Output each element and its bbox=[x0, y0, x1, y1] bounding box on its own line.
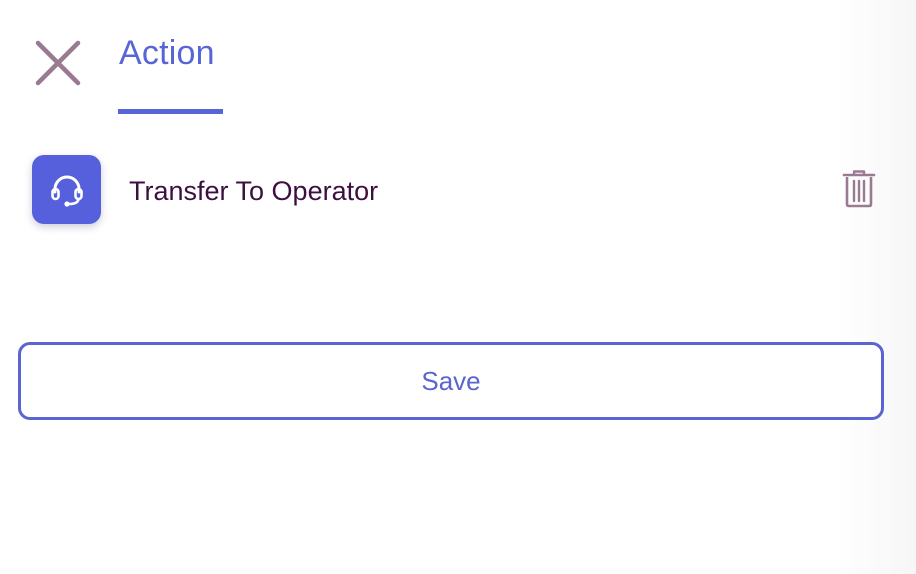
action-label: Transfer To Operator bbox=[129, 176, 379, 206]
trash-icon bbox=[842, 170, 876, 208]
tab-active-indicator bbox=[118, 109, 223, 114]
save-button[interactable]: Save bbox=[18, 342, 884, 420]
tab-action[interactable]: Action bbox=[118, 30, 223, 115]
action-icon-tile bbox=[32, 155, 101, 224]
headset-icon bbox=[50, 175, 83, 207]
delete-action-button[interactable] bbox=[842, 169, 876, 209]
close-icon bbox=[35, 40, 81, 86]
save-button-label: Save bbox=[421, 365, 481, 396]
close-button[interactable] bbox=[32, 37, 84, 89]
action-item: Transfer To Operator bbox=[32, 155, 882, 225]
panel-edge-shade bbox=[836, 0, 916, 574]
tab-action-label: Action bbox=[119, 34, 215, 72]
